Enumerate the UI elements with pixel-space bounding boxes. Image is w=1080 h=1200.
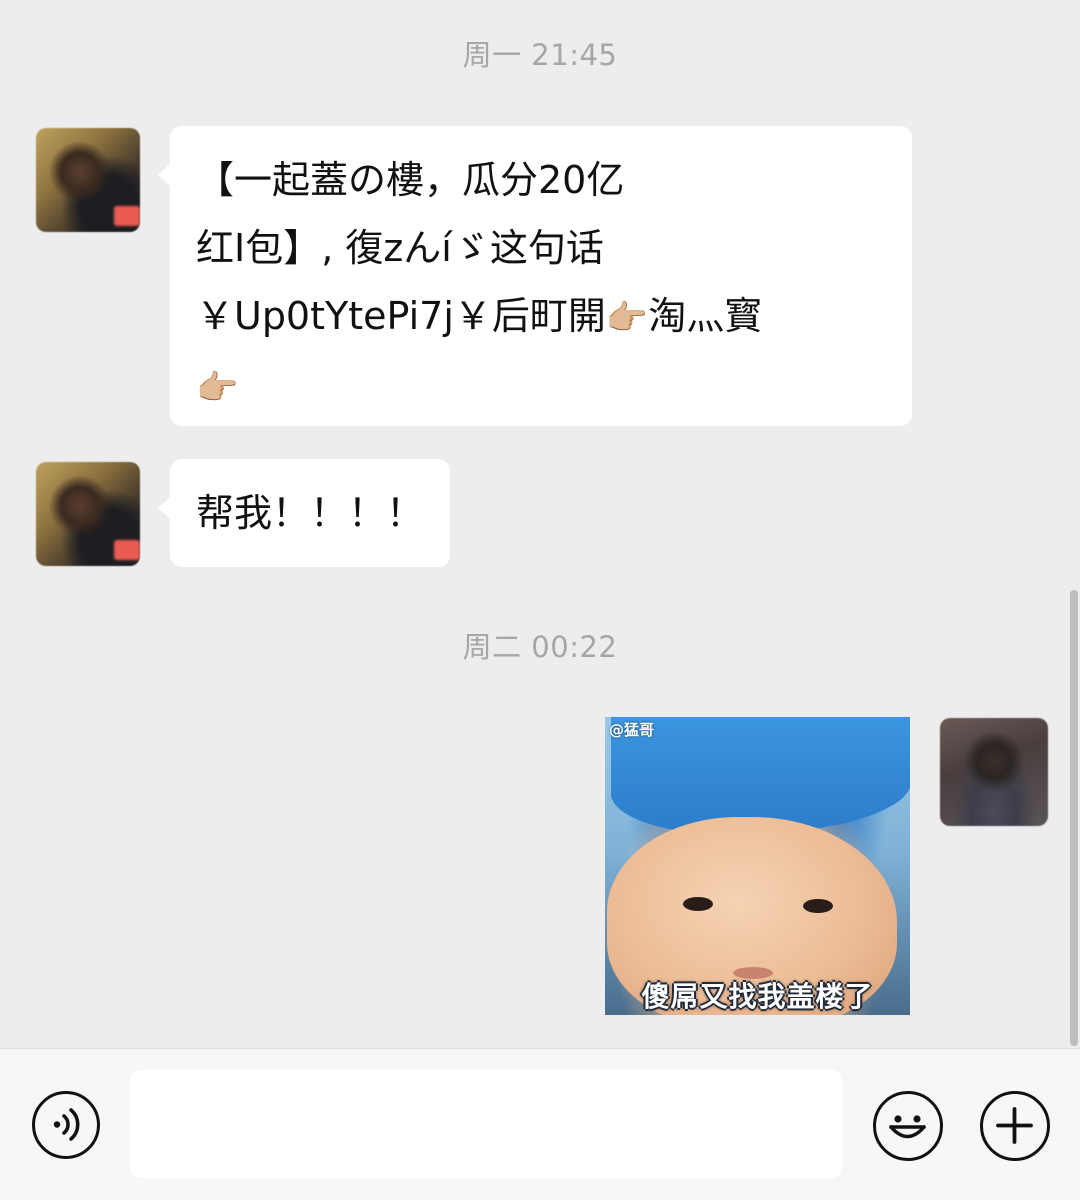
avatar-badge <box>114 540 140 560</box>
friend-avatar[interactable] <box>36 128 140 232</box>
message-line: 红I包】, 復zんíゞ这句话 <box>196 226 604 270</box>
voice-icon <box>53 1108 80 1141</box>
pointing-hand-icon: 👉🏼 <box>196 368 239 408</box>
add-button[interactable] <box>980 1091 1050 1161</box>
timestamp: 周一 21:45 <box>462 38 618 72</box>
smiley-icon <box>889 1115 926 1139</box>
message-line: ￥Up0tYtePi7j￥后町開👉🏼淘灬寳 <box>196 282 888 352</box>
sticker-caption: 傻屌又找我盖楼了 <box>641 980 874 1013</box>
message-line-text: ￥Up0tYtePi7j￥后町開 <box>196 294 606 338</box>
message-input[interactable] <box>130 1070 842 1178</box>
sticker-watermark: @猛哥 <box>609 721 655 739</box>
bubble-tail <box>158 497 170 519</box>
scrollbar[interactable] <box>1070 590 1078 1046</box>
avatar-badge <box>114 206 140 226</box>
message-line: 【一起蓋の樓，瓜分20亿 <box>196 158 625 202</box>
friend-avatar[interactable] <box>36 462 140 566</box>
my-avatar[interactable] <box>940 718 1048 826</box>
sticker-eye <box>683 897 713 911</box>
emoji-button[interactable] <box>873 1091 943 1161</box>
plus-icon <box>996 1107 1033 1144</box>
message-line: 帮我！！！！ <box>196 491 425 535</box>
pointing-hand-icon: 👉🏼 <box>605 298 649 338</box>
voice-button[interactable] <box>32 1091 100 1159</box>
sticker-mouth <box>733 967 773 979</box>
message-bubble[interactable]: 帮我！！！！ <box>158 459 450 567</box>
chat-area[interactable]: 周一 21:45 【一起蓋の樓，瓜分20亿 红I包】, 復zんíゞ这句话 ￥Up… <box>0 0 1080 1048</box>
timestamp: 周二 00:22 <box>462 630 618 664</box>
message-line: 👉🏼 <box>196 352 888 422</box>
message-bubble[interactable]: 【一起蓋の樓，瓜分20亿 红I包】, 復zんíゞ这句话 ￥Up0tYtePi7j… <box>158 126 912 426</box>
message-line-text: 淘灬寳 <box>648 294 763 338</box>
sticker-image[interactable]: @猛哥 傻屌又找我盖楼了 <box>605 717 910 1015</box>
input-bar <box>0 1048 1080 1200</box>
bubble-tail <box>158 164 170 186</box>
sticker-eye <box>803 899 833 913</box>
